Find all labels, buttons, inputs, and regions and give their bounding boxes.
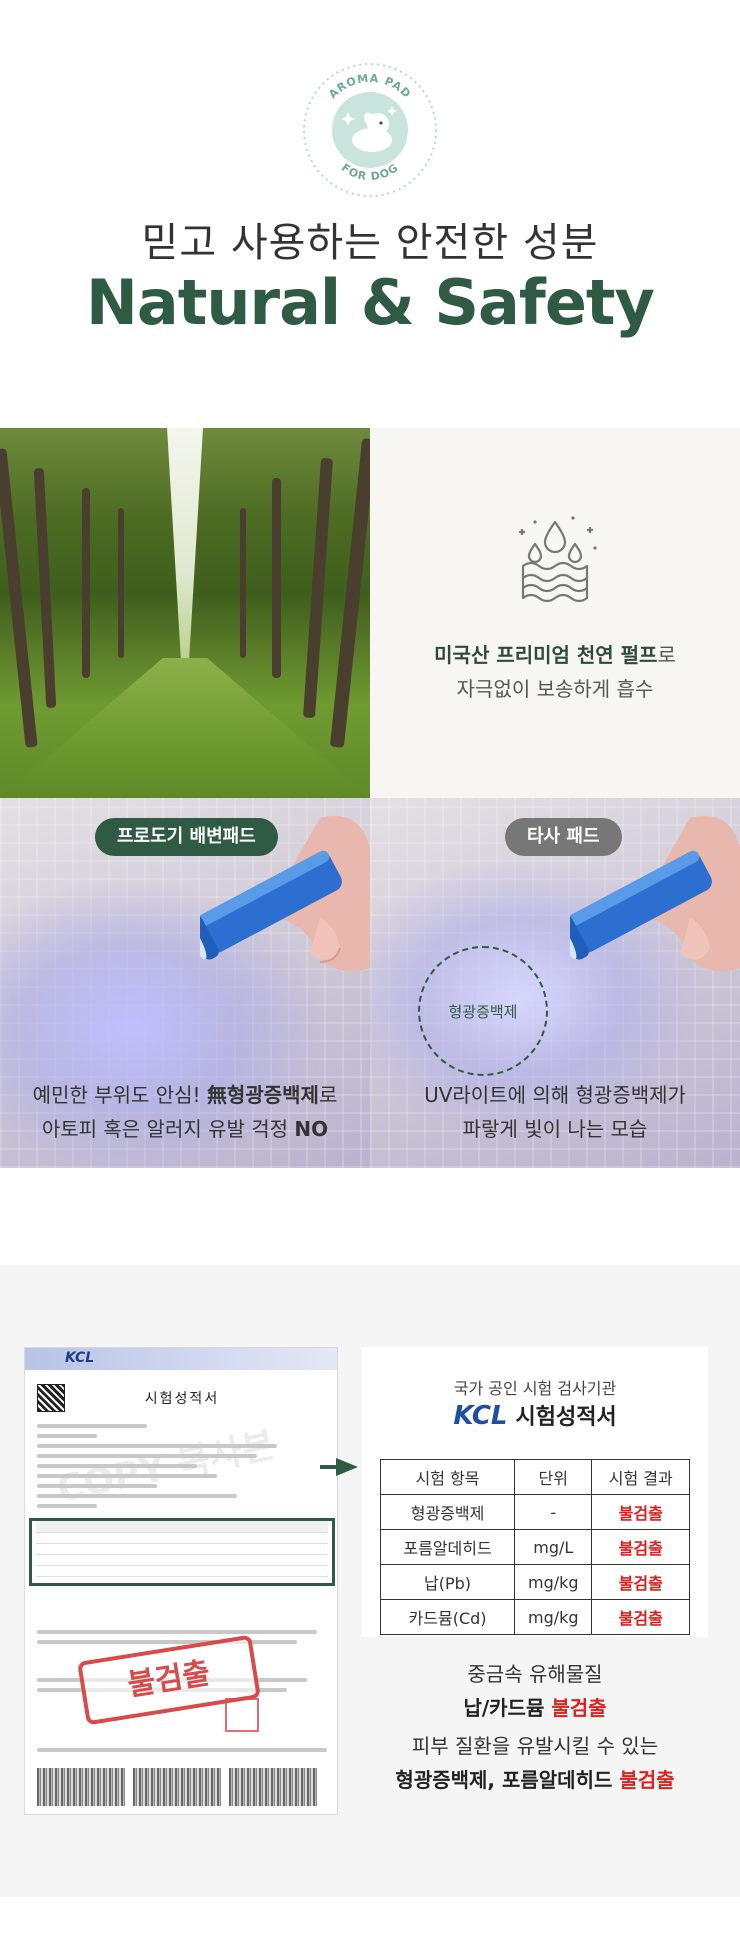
result-title: KCL 시험성적서 xyxy=(362,1399,708,1431)
result-title-text: 시험성적서 xyxy=(515,1405,617,1430)
barcode-icon xyxy=(133,1768,221,1806)
heavy-metal-summary: 중금속 유해물질 납/카드뮴 불검출 xyxy=(362,1657,708,1725)
test-unit: mg/kg xyxy=(514,1564,593,1600)
page-title-english: Natural & Safety xyxy=(86,266,655,339)
result-table: 시험 항목 단위 시험 결과 형광증백제 - 불검출 포름알데히드 mg/L 불… xyxy=(379,1459,690,1635)
feature-grid: 미국산 프리미엄 천연 펄프로 자극없이 보송하게 흡수 프로도기 배변패드 예… xyxy=(0,428,740,1168)
our-pad-line2-bold: NO xyxy=(294,1117,329,1141)
test-unit: mg/kg xyxy=(514,1599,593,1635)
other-pad-line-2: 파랗게 빛이 나는 모습 xyxy=(462,1117,648,1141)
kcl-logo: KCL xyxy=(453,1401,508,1431)
document-result-table xyxy=(29,1518,335,1586)
table-row: 포름알데히드 mg/L 불검출 xyxy=(379,1529,690,1565)
other-pad-line-1: UV라이트에 의해 형광증백제가 xyxy=(424,1083,686,1107)
test-item: 납(Pb) xyxy=(379,1564,516,1600)
forest-image xyxy=(0,428,370,798)
test-report-document: KCL 시험성적서 COPY 복사본 불검출 xyxy=(24,1347,338,1815)
page-title-korean: 믿고 사용하는 안전한 성분 xyxy=(141,220,599,266)
aroma-pad-logo: AROMA PAD FOR DOG xyxy=(300,60,440,200)
barcode-icon xyxy=(37,1768,125,1806)
table-row: 카드뮴(Cd) mg/kg 불검출 xyxy=(379,1599,690,1635)
pulp-highlight: 미국산 프리미엄 천연 펄프 xyxy=(434,643,658,667)
our-pad-line1-prefix: 예민한 부위도 안심! xyxy=(32,1083,207,1107)
test-result-box: 국가 공인 시험 검사기관 KCL 시험성적서 시험 항목 단위 시험 결과 형광… xyxy=(362,1347,708,1637)
fluorescent-label: 형광증백제 xyxy=(448,1002,518,1021)
other-pad-badge: 타사 패드 xyxy=(505,818,622,856)
test-unit: mg/L xyxy=(514,1529,593,1565)
arrow-right-icon xyxy=(336,1458,358,1476)
test-item: 포름알데히드 xyxy=(379,1529,516,1565)
test-result: 불검출 xyxy=(591,1529,690,1565)
pulp-description: 미국산 프리미엄 천연 펄프로 자극없이 보송하게 흡수 xyxy=(370,638,740,706)
official-seal-icon xyxy=(225,1698,259,1732)
test-result: 불검출 xyxy=(591,1599,690,1635)
logo-badge-icon: AROMA PAD FOR DOG xyxy=(303,63,437,197)
test-result: 불검출 xyxy=(591,1494,690,1530)
summary2-line1: 피부 질환을 유발시킬 수 있는 xyxy=(411,1734,659,1758)
document-kcl-logo: KCL xyxy=(65,1350,95,1366)
result-subtitle: 국가 공인 시험 검사기관 xyxy=(453,1379,617,1398)
barcode-icon xyxy=(229,1768,317,1806)
summary2-bold: 형광증백제, 포름알데히드 xyxy=(395,1768,620,1792)
document-title: 시험성적서 xyxy=(144,1391,220,1407)
summary1-line1: 중금속 유해물질 xyxy=(467,1662,603,1686)
other-pad-description: UV라이트에 의해 형광증백제가 파랗게 빛이 나는 모습 xyxy=(370,1078,740,1146)
test-item: 형광증백제 xyxy=(379,1494,516,1530)
forest-photo xyxy=(0,428,370,798)
our-pad-card: 프로도기 배변패드 예민한 부위도 안심! 無형광증백제로 아토피 혹은 알러지… xyxy=(0,798,370,1168)
column-header: 시험 결과 xyxy=(591,1459,690,1495)
summary2-red: 불검출 xyxy=(619,1768,675,1792)
table-row: 납(Pb) mg/kg 불검출 xyxy=(379,1564,690,1600)
column-header: 시험 항목 xyxy=(379,1459,516,1495)
our-pad-line1-bold: 無형광증백제 xyxy=(206,1083,319,1107)
test-unit: - xyxy=(514,1494,593,1530)
our-pad-description: 예민한 부위도 안심! 無형광증백제로 아토피 혹은 알러지 유발 걱정 NO xyxy=(0,1078,370,1146)
table-row: 형광증백제 - 불검출 xyxy=(379,1494,690,1530)
our-pad-line1-suffix: 로 xyxy=(318,1083,338,1107)
pulp-line-2: 자극없이 보송하게 흡수 xyxy=(456,677,654,701)
certificate-section: KCL 시험성적서 COPY 복사본 불검출 국가 공인 시험 검사기관 KCL… xyxy=(0,1265,740,1897)
summary1-bold: 납/카드뮴 xyxy=(463,1696,552,1720)
our-pad-line2-prefix: 아토피 혹은 알러지 유발 걱정 xyxy=(41,1117,295,1141)
fluorescent-highlight-circle: 형광증백제 xyxy=(418,946,548,1076)
pulp-layers-icon xyxy=(519,516,597,603)
skin-irritant-summary: 피부 질환을 유발시킬 수 있는 형광증백제, 포름알데히드 불검출 xyxy=(362,1729,708,1797)
other-pad-card: 타사 패드 형광증백제 UV라이트에 의해 형광증백제가 파랗게 빛이 나는 모… xyxy=(370,798,740,1168)
pulp-suffix: 로 xyxy=(657,643,676,667)
our-pad-badge: 프로도기 배변패드 xyxy=(95,818,278,856)
test-result: 불검출 xyxy=(591,1564,690,1600)
header-section: AROMA PAD FOR DOG 믿고 사용하는 안전한 성분 Natural… xyxy=(0,0,740,428)
pulp-feature-card: 미국산 프리미엄 천연 펄프로 자극없이 보송하게 흡수 xyxy=(370,428,740,798)
column-header: 단위 xyxy=(514,1459,593,1495)
test-item: 카드뮴(Cd) xyxy=(379,1599,516,1635)
summary1-red: 불검출 xyxy=(551,1696,607,1720)
